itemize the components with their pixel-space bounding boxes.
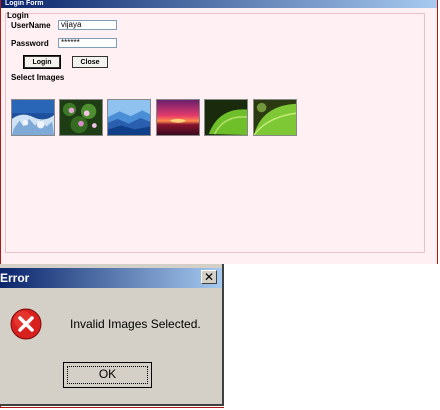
form-titlebar: Login Form <box>1 0 437 8</box>
flower-bush-image[interactable] <box>59 99 103 136</box>
close-icon[interactable]: ✕ <box>201 270 217 284</box>
ok-button-label: OK <box>98 367 117 381</box>
username-input[interactable] <box>58 20 117 30</box>
password-input[interactable] <box>58 38 117 48</box>
login-group-title: Login <box>7 11 29 20</box>
green-leaf-image[interactable] <box>204 99 248 136</box>
green-leaf-closeup-image[interactable] <box>253 99 297 136</box>
password-label: Password <box>11 39 49 48</box>
desktop-background <box>224 264 438 408</box>
ok-button[interactable]: OK <box>63 362 152 388</box>
form-title: Login Form <box>5 0 44 7</box>
frosted-tree-image[interactable] <box>11 99 55 136</box>
sunset-image[interactable] <box>156 99 200 136</box>
dialog-title: Error <box>0 271 30 285</box>
error-message: Invalid Images Selected. <box>70 317 201 331</box>
close-button[interactable]: Close <box>72 56 108 68</box>
error-icon <box>10 308 42 340</box>
select-images-label: Select Images <box>11 73 65 82</box>
blue-mountains-image[interactable] <box>107 99 151 136</box>
dialog-titlebar: Error ✕ <box>0 268 222 288</box>
username-label: UserName <box>11 21 51 30</box>
login-button[interactable]: Login <box>24 56 60 68</box>
login-form: Login UserName Password Login Close Sele… <box>1 8 437 264</box>
error-dialog: Error ✕ Invalid Images Selected. OK <box>0 264 224 406</box>
